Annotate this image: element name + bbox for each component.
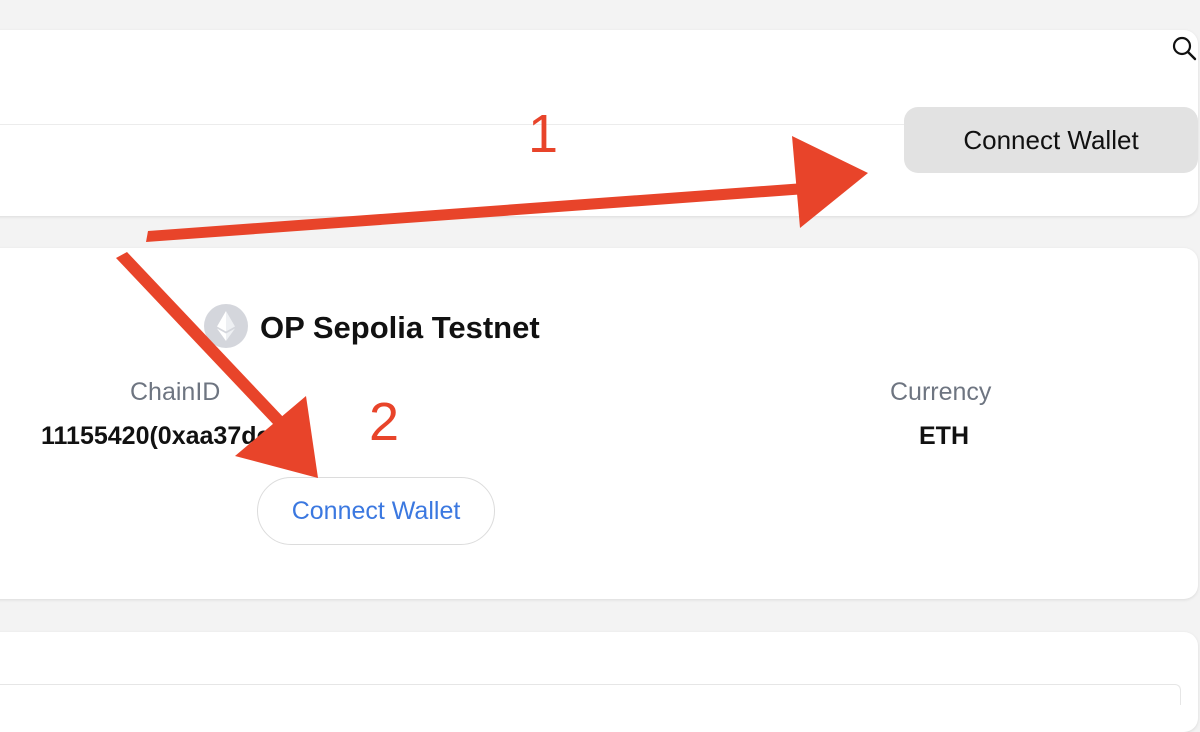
- bottom-card: [0, 632, 1198, 732]
- annotation-step-1: 1: [528, 104, 559, 164]
- chain-id-label: ChainID: [130, 378, 221, 406]
- network-name: OP Sepolia Testnet: [260, 310, 540, 345]
- bottom-card-inner-panel: [0, 684, 1181, 705]
- currency-label: Currency: [890, 378, 992, 406]
- currency-value: ETH: [919, 422, 969, 450]
- annotation-step-2: 2: [369, 392, 400, 452]
- search-icon[interactable]: [1170, 34, 1198, 62]
- connect-wallet-button[interactable]: Connect Wallet: [904, 107, 1198, 173]
- network-connect-wallet-button[interactable]: Connect Wallet: [257, 477, 495, 545]
- chain-id-value: 11155420(0xaa37dc): [41, 422, 279, 450]
- ethereum-icon: [204, 304, 248, 348]
